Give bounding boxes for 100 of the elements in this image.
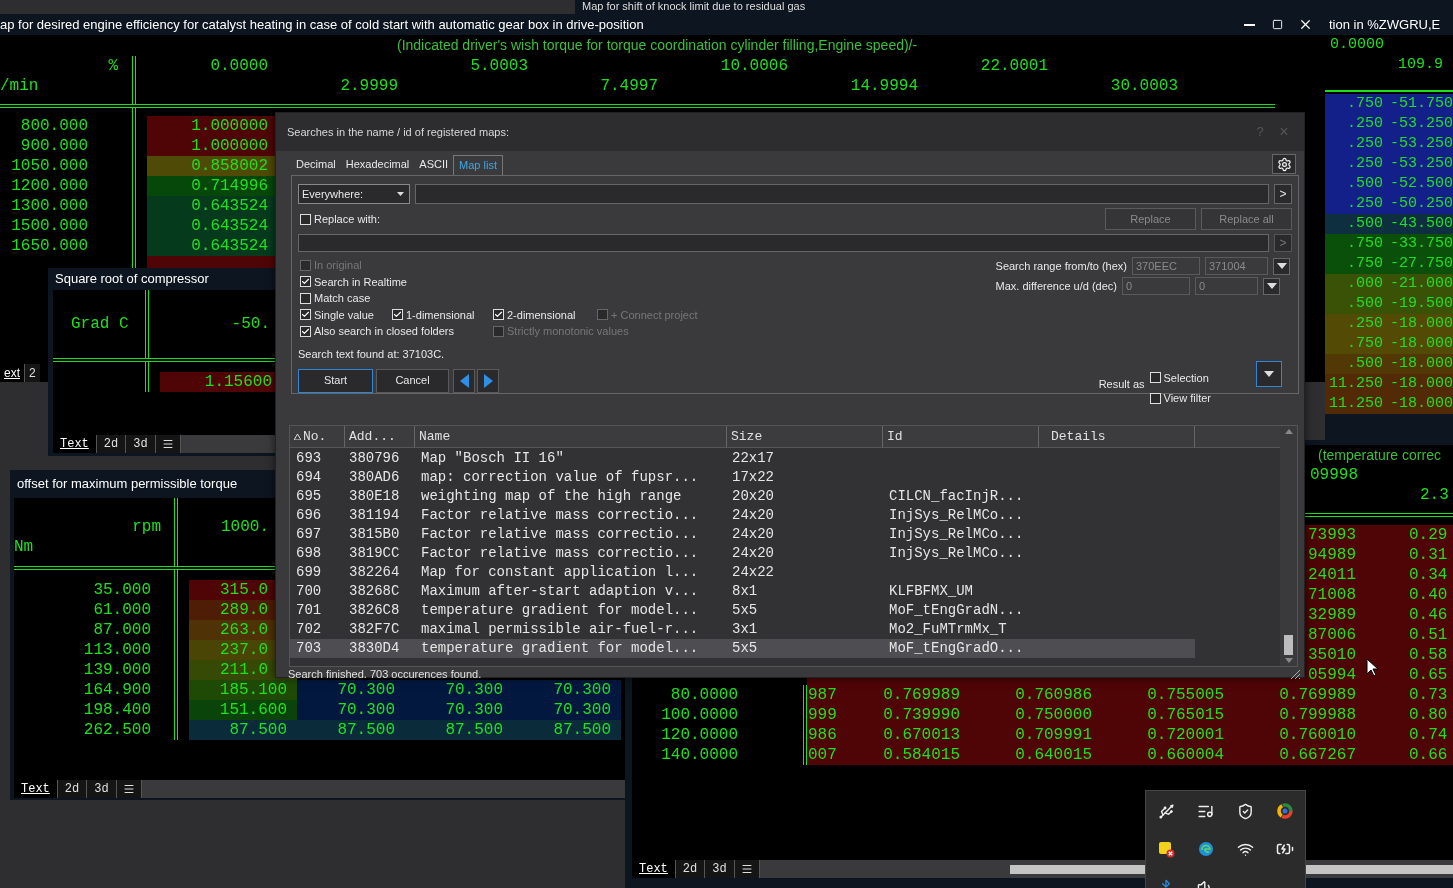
column-header[interactable]: Add...: [345, 426, 415, 447]
axis-value: 2.9999: [340, 77, 398, 95]
value-cell: 0.46: [1409, 606, 1448, 624]
view-tab[interactable]: 3d: [125, 435, 155, 453]
value-cell-text: .750: [1346, 254, 1383, 274]
table-cell: 3819CC: [349, 545, 400, 561]
view-tab[interactable]: 3d: [86, 780, 116, 798]
badge-x-icon[interactable]: [1157, 840, 1175, 858]
column-header[interactable]: No.: [290, 426, 345, 447]
value-cell: 0.720001: [1147, 726, 1224, 744]
settings-button[interactable]: [1272, 154, 1296, 174]
replace-button[interactable]: Replace all: [1201, 208, 1292, 230]
column-header[interactable]: Size: [727, 426, 883, 447]
menu-tab[interactable]: [154, 435, 181, 453]
previous-button[interactable]: [453, 368, 475, 393]
axis-unit: %: [108, 57, 118, 75]
shield-check-icon[interactable]: [1237, 802, 1254, 820]
result-row[interactable]: 696 381194 Factor relative mass correctio... 24x20 InjSys_RelMCo...: [290, 506, 1195, 525]
value-cell: 87.500: [513, 720, 621, 740]
result-row[interactable]: 698 3819CC Factor relative mass correctio... 24x20 InjSys_RelMCo...: [290, 544, 1195, 563]
checkbox-label: 1-dimensional: [406, 307, 475, 323]
result-row[interactable]: 699 382264 Map for constant application l... 24x22: [290, 563, 1195, 582]
menu-icon: [161, 438, 174, 450]
row-label: 900.000: [20, 137, 88, 155]
table-cell: InjSys_RelMCo...: [889, 545, 1024, 561]
value-cell-text: .750: [1346, 94, 1383, 114]
row-label: 139.000: [83, 661, 151, 679]
scope-dropdown[interactable]: Everywhere:: [298, 184, 410, 204]
vertical-scrollbar[interactable]: [1280, 426, 1297, 666]
menu-tab[interactable]: [115, 780, 142, 798]
checkbox-label: View filter: [1163, 391, 1211, 406]
caret-icon: [397, 192, 404, 196]
search-field[interactable]: [415, 184, 1269, 204]
table-cell: 24x20: [732, 526, 774, 542]
dialog-tab[interactable]: Map list: [453, 155, 503, 175]
result-row[interactable]: 693 380796 Map "Bosch II 16" 22x17: [290, 449, 1195, 468]
menu-tab[interactable]: [733, 860, 760, 878]
view-tab[interactable]: 2: [24, 364, 40, 382]
value-cell: 24011: [1308, 566, 1356, 584]
view-tab[interactable]: 2d: [95, 435, 126, 453]
resize-grip-icon[interactable]: [1290, 668, 1301, 680]
table-cell: Factor relative mass correctio...: [421, 545, 699, 561]
table-cell: 5x5: [732, 640, 758, 656]
table-cell: 380796: [349, 450, 400, 466]
cancel-button[interactable]: Cancel: [376, 368, 449, 393]
horizontal-scrollbar[interactable]: [141, 780, 625, 798]
table-cell: 3x1: [732, 621, 758, 637]
view-tab[interactable]: 2d: [56, 780, 87, 798]
view-tab[interactable]: 2d: [674, 860, 705, 878]
value-cell: 70.300: [405, 680, 513, 700]
result-row[interactable]: 703 3830D4 temperature gradient for model... 5x5 MoF_tEngGradO...: [290, 639, 1195, 658]
replace-field[interactable]: [298, 234, 1269, 252]
checkbox-label: Search in Realtime: [314, 274, 407, 290]
ring-icon[interactable]: [1277, 803, 1294, 819]
column-header[interactable]: Name: [415, 426, 727, 447]
dropdown-button[interactable]: [1273, 257, 1290, 275]
next-button[interactable]: [477, 368, 499, 393]
value-cell: 0.760010: [1279, 726, 1356, 744]
dropdown-button[interactable]: [1256, 360, 1282, 387]
value-cell: 0.58: [1409, 646, 1448, 664]
table-cell: 24x20: [732, 545, 774, 561]
result-row[interactable]: 695 380E18 weighting map of the high range 20x20 CILCN_facInjR...: [290, 487, 1195, 506]
checkbox-label: Strictly monotonic values: [507, 324, 629, 339]
result-row[interactable]: 694 380AD6 map: correction value of fupsr... 17x22: [290, 468, 1195, 487]
swirl-icon[interactable]: [1197, 841, 1214, 857]
dialog-tab[interactable]: ASCII: [414, 155, 454, 175]
table-cell: 20x20: [732, 488, 774, 504]
checkbox-label: Match case: [314, 291, 371, 306]
usb-icon[interactable]: [1157, 802, 1175, 820]
scrollbar-thumb[interactable]: [1284, 635, 1293, 655]
caret-icon: [1276, 263, 1287, 269]
value-cell-text: -50.250: [1389, 194, 1453, 214]
horizontal-scrollbar[interactable]: [180, 435, 275, 453]
value-cell: 1.000000: [147, 136, 275, 156]
column-header[interactable]: Id: [883, 426, 1039, 447]
go-button[interactable]: >: [1274, 184, 1292, 204]
right-arrow-icon: [483, 373, 493, 388]
dialog-tab[interactable]: Hexadecimal: [340, 155, 415, 175]
value-cell-text: .250: [1346, 114, 1383, 134]
dialog-tab[interactable]: Decimal: [291, 155, 341, 175]
value-cell-text: 11.250: [1328, 374, 1383, 394]
column-header[interactable]: Details: [1039, 426, 1195, 447]
value-cell: 0.858002: [147, 156, 275, 176]
row-label: 87.000: [93, 621, 151, 639]
value-cell: 32989: [1308, 606, 1356, 624]
result-row[interactable]: 697 3815B0 Factor relative mass correctio... 24x20 InjSys_RelMCo...: [290, 525, 1195, 544]
value-cell: 87.500: [405, 720, 513, 740]
start-button[interactable]: Start: [298, 368, 373, 393]
value-cell-text: .250: [1346, 154, 1383, 174]
value-cell: 70.300: [513, 700, 621, 720]
dropdown-button[interactable]: [1263, 277, 1280, 295]
value-cell: 151.600: [189, 700, 297, 720]
replace-button[interactable]: Replace: [1105, 208, 1196, 230]
view-tab[interactable]: 3d: [704, 860, 734, 878]
row-label: 800.000: [20, 117, 88, 135]
value-cell-text: .750: [1346, 234, 1383, 254]
check-icon: [393, 310, 402, 320]
value-cell-text: -18.000: [1389, 394, 1453, 414]
axis-title: (temperature correc: [1318, 447, 1441, 463]
value-cell-text: -27.750: [1389, 254, 1453, 274]
